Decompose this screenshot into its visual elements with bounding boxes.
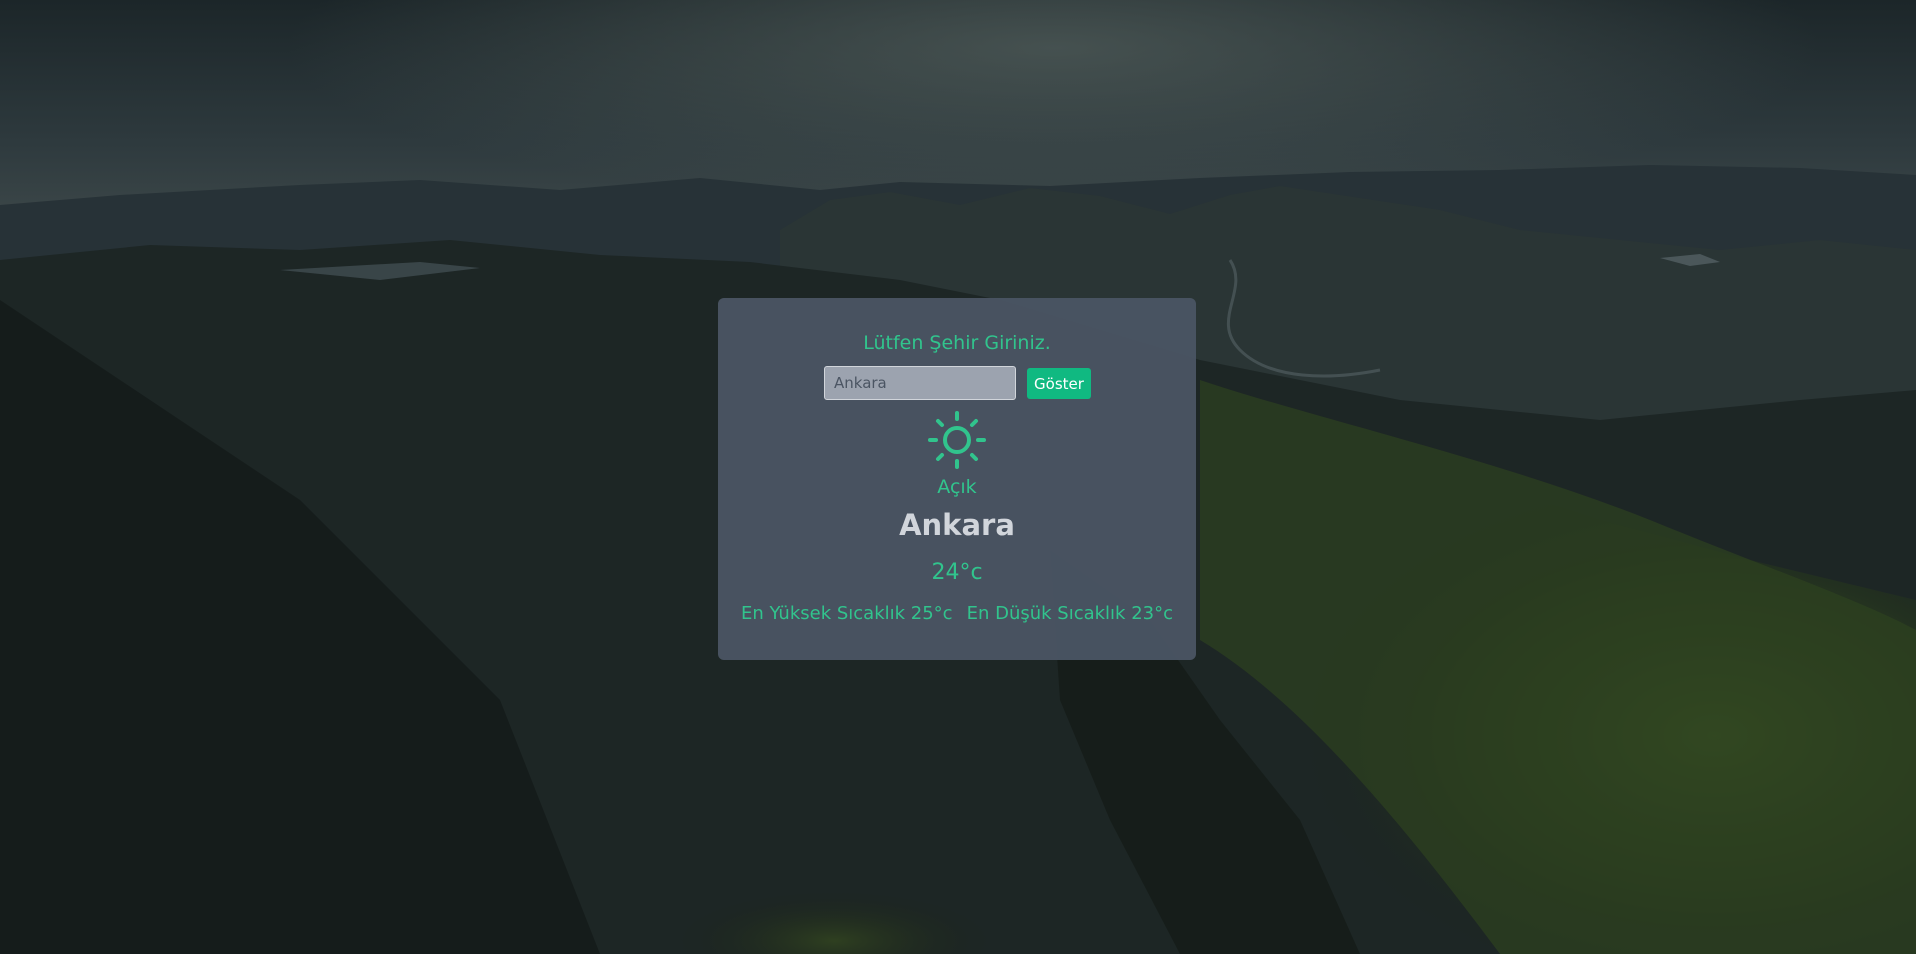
weather-condition: Açık xyxy=(937,476,977,498)
temperature-range: En Yüksek Sıcaklık 25°c En Düşük Sıcaklık… xyxy=(718,603,1196,624)
city-name: Ankara xyxy=(899,508,1015,542)
search-row: Göster xyxy=(718,366,1196,400)
sun-icon xyxy=(928,411,986,469)
min-temperature: En Düşük Sıcaklık 23°c xyxy=(966,603,1174,624)
max-temperature: En Yüksek Sıcaklık 25°c xyxy=(740,603,953,624)
current-temperature: 24°c xyxy=(931,560,983,585)
city-search-input[interactable] xyxy=(824,366,1016,400)
show-button[interactable]: Göster xyxy=(1027,368,1091,399)
city-prompt-label: Lütfen Şehir Giriniz. xyxy=(863,332,1051,354)
weather-card: Lütfen Şehir Giriniz. Göster Açık Ankara… xyxy=(718,298,1196,660)
